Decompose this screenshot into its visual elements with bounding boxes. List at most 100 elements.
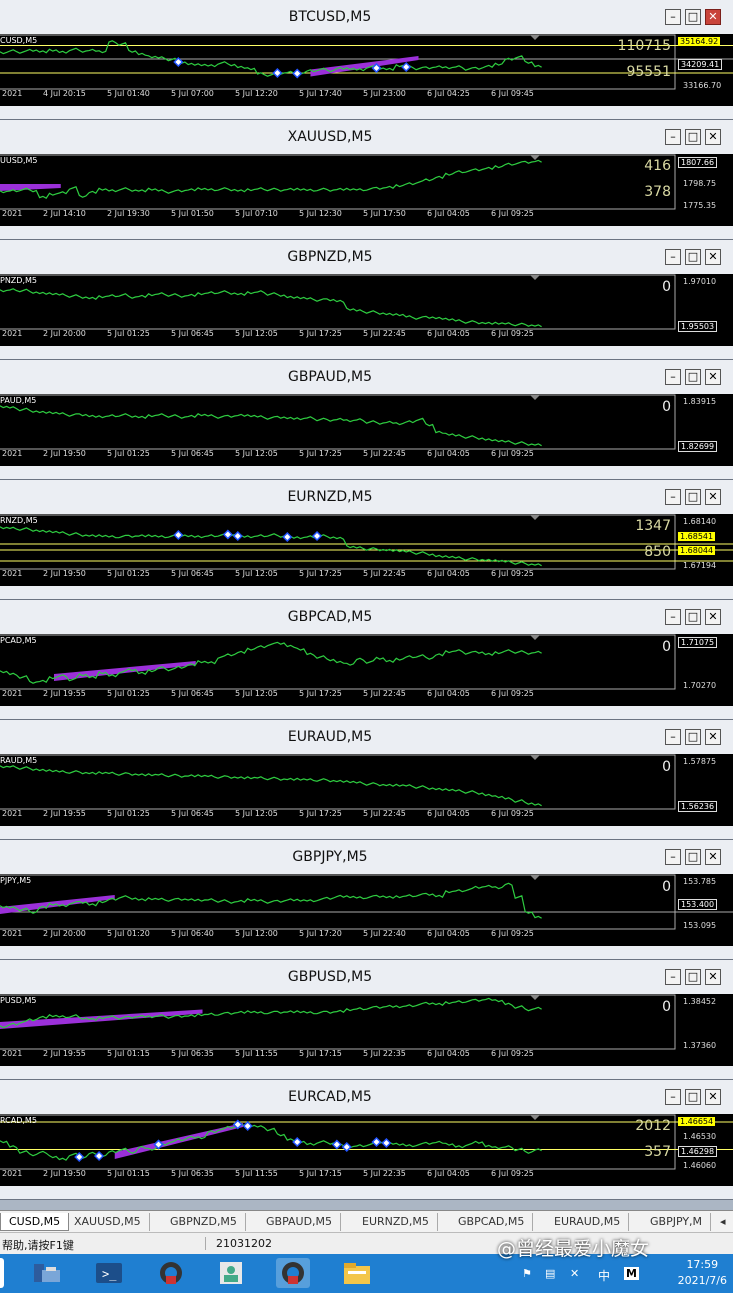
chart-window-titlebar[interactable]: GBPAUD,M5 – □ ✕ bbox=[0, 360, 733, 394]
minimize-button[interactable]: – bbox=[665, 489, 681, 505]
price-chart[interactable]: PCAD,M5 2021 2 Jul 19:55 5 Jul 01:25 5 Jul 0… bbox=[0, 634, 733, 706]
chart-tab[interactable]: EURNZD,M5 bbox=[354, 1213, 438, 1231]
time-axis-label: 5 Jul 01:25 bbox=[107, 449, 150, 458]
maximize-button[interactable]: □ bbox=[685, 129, 701, 145]
price-chart[interactable]: PAUD,M5 2021 2 Jul 19:50 5 Jul 01:25 5 Jul 0… bbox=[0, 394, 733, 466]
maximize-button[interactable]: □ bbox=[685, 849, 701, 865]
minimize-button[interactable]: – bbox=[665, 729, 681, 745]
price-chart[interactable]: UUSD,M5 2021 2 Jul 14:10 2 Jul 19:30 5 Jul 0… bbox=[0, 154, 733, 226]
maximize-button[interactable]: □ bbox=[685, 9, 701, 25]
close-button[interactable]: ✕ bbox=[705, 729, 721, 745]
price-chart[interactable]: RNZD,M5 2021 2 Jul 19:50 5 Jul 01:25 5 Jul 0… bbox=[0, 514, 733, 586]
tray-ime-mode[interactable]: M bbox=[624, 1267, 639, 1280]
price-chart[interactable]: CUSD,M5 2021 4 Jul 20:15 5 Jul 01:40 5 Jul 0… bbox=[0, 34, 733, 106]
powershell-icon[interactable]: >_ bbox=[92, 1258, 126, 1288]
chart-window-titlebar[interactable]: EURNZD,M5 – □ ✕ bbox=[0, 480, 733, 514]
chart-window-titlebar[interactable]: BTCUSD,M5 – □ ✕ bbox=[0, 0, 733, 34]
minimize-button[interactable]: – bbox=[665, 1089, 681, 1105]
chart-symbol-label: CUSD,M5 bbox=[0, 36, 38, 45]
maximize-button[interactable]: □ bbox=[685, 729, 701, 745]
chart-plot-border bbox=[0, 994, 676, 1050]
time-axis-label: 5 Jul 12:05 bbox=[235, 689, 278, 698]
tray-volume-icon[interactable]: ✕ bbox=[570, 1267, 579, 1280]
close-button[interactable]: ✕ bbox=[705, 249, 721, 265]
indicator-level-value: 416 bbox=[644, 158, 671, 174]
maximize-button[interactable]: □ bbox=[685, 369, 701, 385]
time-axis-label: 2021 bbox=[2, 809, 23, 818]
network-user-icon[interactable] bbox=[214, 1258, 248, 1288]
maximize-button[interactable]: □ bbox=[685, 969, 701, 985]
close-button[interactable]: ✕ bbox=[705, 9, 721, 25]
chart-window-titlebar[interactable]: GBPJPY,M5 – □ ✕ bbox=[0, 840, 733, 874]
close-button[interactable]: ✕ bbox=[705, 1089, 721, 1105]
time-axis-label: 5 Jul 17:15 bbox=[299, 1169, 342, 1178]
chart-tab[interactable]: GBPAUD,M5 bbox=[258, 1213, 342, 1231]
close-button[interactable]: ✕ bbox=[705, 609, 721, 625]
chart-tab[interactable]: GBPNZD,M5 bbox=[162, 1213, 246, 1231]
chart-window: GBPJPY,M5 – □ ✕ PJPY,M5 2021 2 Jul 20:00 5 Jul … bbox=[0, 840, 733, 960]
tray-flag-icon[interactable]: ⚑ bbox=[522, 1267, 532, 1280]
close-button[interactable]: ✕ bbox=[705, 129, 721, 145]
minimize-button[interactable]: – bbox=[665, 609, 681, 625]
mt4-terminal-icon[interactable] bbox=[154, 1258, 188, 1288]
price-chart[interactable]: PJPY,M5 2021 2 Jul 20:00 5 Jul 01:20 5 Jul 0… bbox=[0, 874, 733, 946]
mt4-terminal-active-icon[interactable] bbox=[276, 1258, 310, 1288]
chart-window-titlebar[interactable]: XAUUSD,M5 – □ ✕ bbox=[0, 120, 733, 154]
price-series-line bbox=[0, 405, 542, 447]
start-edge-icon[interactable] bbox=[0, 1258, 4, 1288]
close-button[interactable]: ✕ bbox=[705, 969, 721, 985]
price-chart[interactable]: RAUD,M5 2021 2 Jul 19:55 5 Jul 01:25 5 Jul 0… bbox=[0, 754, 733, 826]
chart-tab[interactable]: GBPJPY,M bbox=[642, 1213, 712, 1231]
time-axis-label: 6 Jul 09:45 bbox=[491, 89, 534, 98]
time-axis-label: 5 Jul 07:10 bbox=[235, 209, 278, 218]
minimize-button[interactable]: – bbox=[665, 369, 681, 385]
minimize-button[interactable]: – bbox=[665, 9, 681, 25]
chart-window-titlebar[interactable]: EURAUD,M5 – □ ✕ bbox=[0, 720, 733, 754]
time-axis-label: 6 Jul 04:05 bbox=[427, 329, 470, 338]
tab-scroll-arrow-icon[interactable]: ◂ bbox=[712, 1213, 733, 1231]
close-button[interactable]: ✕ bbox=[705, 849, 721, 865]
file-explorer-icon[interactable] bbox=[340, 1258, 374, 1288]
chart-shift-marker bbox=[530, 395, 540, 400]
close-button[interactable]: ✕ bbox=[705, 489, 721, 505]
time-axis-label: 6 Jul 04:05 bbox=[427, 1049, 470, 1058]
indicator-level-value: 0 bbox=[662, 279, 671, 295]
minimize-button[interactable]: – bbox=[665, 969, 681, 985]
taskbar-clock[interactable]: 17:59 2021/7/6 bbox=[678, 1257, 727, 1289]
chart-window-titlebar[interactable]: EURCAD,M5 – □ ✕ bbox=[0, 1080, 733, 1114]
price-chart[interactable]: PNZD,M5 2021 2 Jul 20:00 5 Jul 01:25 5 Jul 0… bbox=[0, 274, 733, 346]
chart-plot-border bbox=[0, 34, 676, 90]
time-axis-label: 6 Jul 09:25 bbox=[491, 1169, 534, 1178]
close-button[interactable]: ✕ bbox=[705, 369, 721, 385]
minimize-button[interactable]: – bbox=[665, 249, 681, 265]
chart-window-title: EURNZD,M5 bbox=[287, 489, 373, 505]
price-chart[interactable]: RCAD,M5 2021 2 Jul 19:50 5 Jul 01:15 5 Jul 0… bbox=[0, 1114, 733, 1186]
tray-network-icon[interactable]: ▤ bbox=[545, 1267, 555, 1280]
time-axis-label: 5 Jul 17:25 bbox=[299, 689, 342, 698]
price-chart[interactable]: PUSD,M5 2021 2 Jul 19:55 5 Jul 01:15 5 Jul 0… bbox=[0, 994, 733, 1066]
chart-tab[interactable]: GBPCAD,M5 bbox=[450, 1213, 534, 1231]
maximize-button[interactable]: □ bbox=[685, 609, 701, 625]
chart-window-titlebar[interactable]: GBPCAD,M5 – □ ✕ bbox=[0, 600, 733, 634]
chart-tab[interactable]: EURAUD,M5 bbox=[546, 1213, 630, 1231]
minimize-button[interactable]: – bbox=[665, 849, 681, 865]
tray-ime-label[interactable]: 中 bbox=[598, 1267, 610, 1284]
trade-marker bbox=[272, 67, 283, 79]
chart-window-title: GBPCAD,M5 bbox=[287, 609, 373, 625]
chart-tab[interactable]: CUSD,M5 bbox=[0, 1213, 70, 1231]
chart-window-titlebar[interactable]: GBPUSD,M5 – □ ✕ bbox=[0, 960, 733, 994]
server-manager-icon[interactable] bbox=[30, 1258, 64, 1288]
maximize-button[interactable]: □ bbox=[685, 249, 701, 265]
maximize-button[interactable]: □ bbox=[685, 489, 701, 505]
chart-window-titlebar[interactable]: GBPNZD,M5 – □ ✕ bbox=[0, 240, 733, 274]
chart-symbol-label: RAUD,M5 bbox=[0, 756, 38, 765]
time-axis-label: 6 Jul 04:05 bbox=[427, 689, 470, 698]
time-axis-label: 5 Jul 22:40 bbox=[363, 929, 406, 938]
time-axis-label: 2 Jul 19:30 bbox=[107, 209, 150, 218]
chart-symbol-label: RNZD,M5 bbox=[0, 516, 38, 525]
price-series-line bbox=[0, 288, 542, 328]
maximize-button[interactable]: □ bbox=[685, 1089, 701, 1105]
chart-tab[interactable]: XAUUSD,M5 bbox=[66, 1213, 150, 1231]
minimize-button[interactable]: – bbox=[665, 129, 681, 145]
time-axis-label: 5 Jul 06:40 bbox=[171, 929, 214, 938]
